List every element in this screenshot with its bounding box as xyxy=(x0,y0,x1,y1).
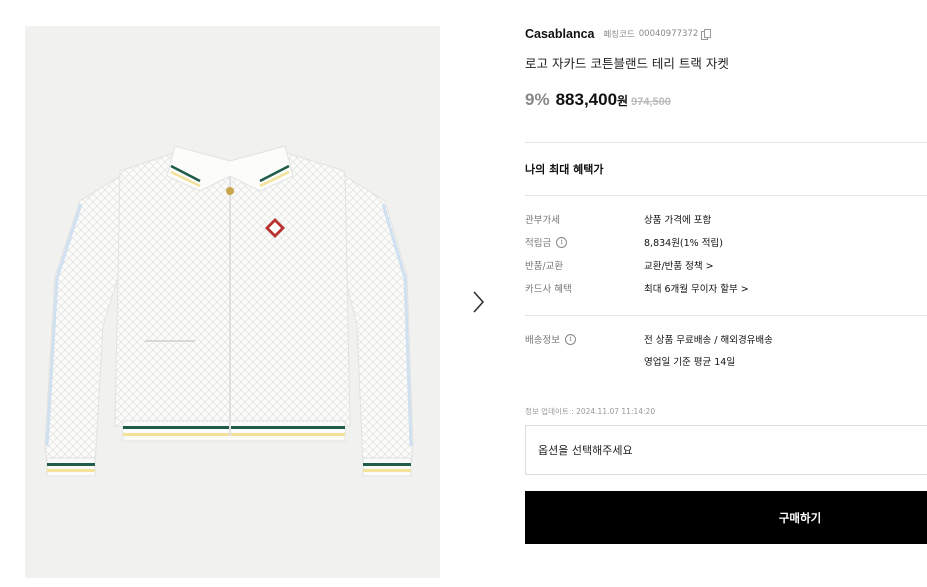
max-benefit-title[interactable]: 나의 최대 혜택가 xyxy=(525,161,604,177)
duty-row: 관부가세 상품 가격에 포함 xyxy=(525,212,927,228)
divider xyxy=(525,142,927,143)
duty-value: 상품 가격에 포함 xyxy=(644,215,712,226)
card-benefit-row: 카드사 혜택 최대 6개월 무이자 할부 > xyxy=(525,281,927,297)
points-label: 적립금 xyxy=(525,238,552,249)
product-info-panel: Casablanca 페칭코드 00040977372 로고 자카드 코튼블랜드… xyxy=(525,0,927,587)
shipping-value: 전 상품 무료배송 / 해외경유배송 xyxy=(644,335,773,346)
update-timestamp: 정보 업데이트 : 2024.11.07 11:14:20 xyxy=(525,407,656,416)
product-code-value: 00040977372 xyxy=(638,29,699,39)
duty-label: 관부가세 xyxy=(525,215,560,226)
divider xyxy=(525,195,927,196)
product-image[interactable] xyxy=(25,26,440,578)
card-benefit-link[interactable]: 최대 6개월 무이자 할부 > xyxy=(644,281,749,295)
points-value: 8,834원(1% 적립) xyxy=(644,238,723,249)
return-row: 반품/교환 교환/반품 정책 > xyxy=(525,258,927,274)
discount-rate: 9% xyxy=(525,90,550,109)
shipping-label-wrap: 배송정보 i xyxy=(525,332,576,346)
brand-name[interactable]: Casablanca xyxy=(525,27,594,41)
option-placeholder: 옵션을 선택해주세요 xyxy=(538,444,633,457)
info-icon[interactable]: i xyxy=(564,333,576,345)
next-image-arrow-icon[interactable] xyxy=(468,288,490,316)
return-policy-link[interactable]: 교환/반품 정책 > xyxy=(644,258,714,272)
copy-icon[interactable] xyxy=(701,28,712,40)
original-price: 974,500 xyxy=(631,96,671,108)
sale-price: 883,400 xyxy=(555,90,618,109)
product-code-label: 페칭코드 xyxy=(603,30,635,40)
buy-button[interactable]: 구매하기 xyxy=(525,491,927,544)
shipping-label: 배송정보 xyxy=(525,335,560,346)
jacket-illustration xyxy=(44,145,414,477)
currency-unit: 원 xyxy=(617,94,629,108)
price-row: 9% 883,400 원 974,500 xyxy=(525,90,671,110)
option-select[interactable]: 옵션을 선택해주세요 xyxy=(525,425,927,475)
points-row: 적립금 i 8,834원(1% 적립) xyxy=(525,235,927,251)
points-label-wrap: 적립금 i xyxy=(525,235,568,249)
divider xyxy=(525,315,927,316)
shipping-duration: 영업일 기준 평균 14일 xyxy=(644,357,736,368)
card-benefit-label: 카드사 혜택 xyxy=(525,284,572,295)
buy-button-label: 구매하기 xyxy=(778,510,822,525)
product-name: 로고 자카드 코튼블랜드 테리 트랙 자켓 xyxy=(525,56,729,71)
shipping-row: 배송정보 i 전 상품 무료배송 / 해외경유배송 xyxy=(525,332,927,348)
return-label: 반품/교환 xyxy=(525,261,564,272)
info-icon[interactable]: i xyxy=(556,236,568,248)
shipping-duration-row: 영업일 기준 평균 14일 xyxy=(525,354,927,370)
brand-row: Casablanca 페칭코드 00040977372 xyxy=(525,27,712,41)
